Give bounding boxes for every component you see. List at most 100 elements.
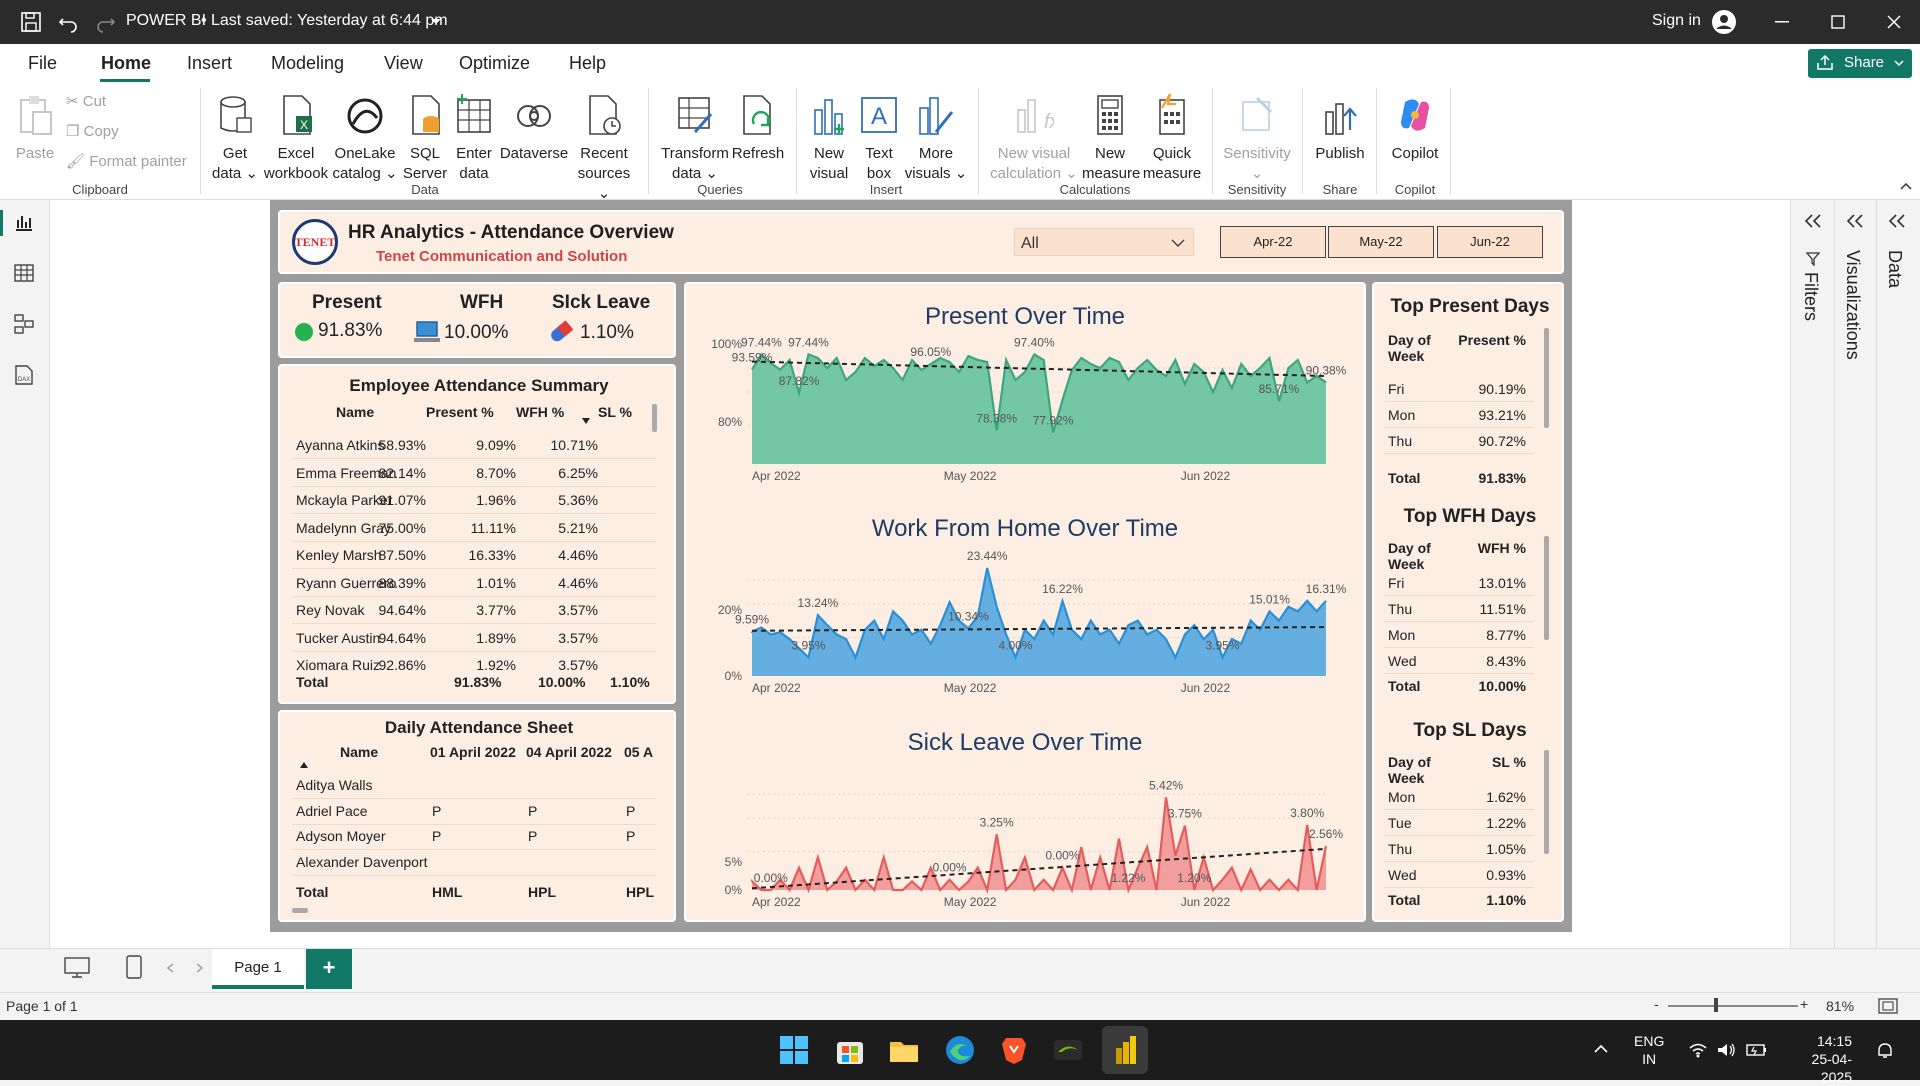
month-slicer-jun[interactable]: Jun-22 (1437, 226, 1543, 258)
zoom-slider[interactable] (1668, 1005, 1798, 1007)
table-row[interactable]: Tue 1.22% (1384, 810, 1534, 836)
report-view-icon[interactable] (14, 214, 34, 232)
edge-icon[interactable] (944, 1034, 976, 1066)
table-row[interactable]: Wed 8.43% (1384, 648, 1534, 674)
mobile-layout-icon[interactable] (126, 955, 142, 979)
tray-chevron-up-icon[interactable] (1594, 1044, 1608, 1054)
table-row[interactable]: Aditya Walls (292, 772, 656, 799)
windows-start-icon[interactable] (778, 1034, 810, 1066)
table-row[interactable]: Xiomara Ruiz 92.86% 1.92% 3.57% (292, 652, 656, 674)
nvidia-icon[interactable] (1052, 1034, 1084, 1066)
table-row[interactable]: Ryann Guerrero 88.39% 1.01% 4.46% (292, 570, 656, 597)
table-row[interactable]: Adriel Pace P P P (292, 798, 656, 825)
refresh-button[interactable]: Refresh (730, 94, 786, 164)
store-icon[interactable] (834, 1034, 866, 1066)
table-view-icon[interactable] (14, 264, 34, 282)
table-row[interactable]: Emma Freeman 82.14% 8.70% 6.25% (292, 460, 656, 487)
enter-data-button[interactable]: Enter data (452, 94, 496, 184)
sort-desc-icon[interactable] (582, 418, 590, 424)
text-box-button[interactable]: A Text box (856, 94, 902, 184)
new-visual-button[interactable]: New visual (806, 94, 852, 184)
new-visual-calculation-button[interactable]: fx New visualcalculation ⌄ (990, 94, 1078, 184)
collapse-ribbon-icon[interactable] (1900, 182, 1912, 190)
scrollbar[interactable] (1544, 536, 1549, 640)
chevron-down-icon[interactable] (430, 18, 442, 26)
menu-modeling[interactable]: Modeling (271, 53, 344, 74)
expand-data-icon[interactable] (1888, 214, 1906, 228)
redo-icon[interactable] (95, 11, 117, 33)
table-row[interactable]: Tucker Austin 94.64% 1.89% 3.57% (292, 625, 656, 652)
scrollbar[interactable] (652, 404, 657, 432)
sort-asc-icon[interactable] (300, 762, 308, 768)
new-measure-button[interactable]: New measure (1082, 94, 1140, 184)
table-row[interactable]: Kenley Marsh 87.50% 16.33% 4.46% (292, 542, 656, 569)
table-row[interactable]: Thu 90.72% (1384, 428, 1534, 454)
scrollbar[interactable] (1544, 750, 1549, 854)
menu-optimize[interactable]: Optimize (459, 53, 530, 74)
table-row[interactable]: Rey Novak 94.64% 3.77% 3.57% (292, 597, 656, 624)
department-slicer[interactable]: All (1014, 228, 1194, 256)
copy-button[interactable]: ❐ Copy (66, 122, 119, 142)
get-data-button[interactable]: Get data ⌄ (210, 94, 260, 184)
close-icon[interactable] (1887, 15, 1901, 29)
language-indicator[interactable]: ENG IN (1634, 1032, 1664, 1068)
add-page-button[interactable]: + (306, 949, 352, 989)
sql-server-button[interactable]: SQL Server (402, 94, 448, 184)
data-pane-label[interactable]: Data (1884, 250, 1905, 288)
brave-icon[interactable] (998, 1034, 1030, 1066)
model-view-icon[interactable] (14, 314, 34, 334)
menu-help[interactable]: Help (569, 53, 606, 74)
maximize-icon[interactable] (1831, 15, 1845, 29)
horizontal-scrollbar[interactable] (292, 908, 308, 913)
table-row[interactable]: Alexander Davenport (292, 849, 656, 876)
undo-icon[interactable] (57, 11, 79, 33)
recent-sources-button[interactable]: Recent sources ⌄ (570, 94, 638, 204)
table-row[interactable]: Madelynn Gray 75.00% 11.11% 5.21% (292, 515, 656, 542)
clock[interactable]: 14:15 25-04-2025 (1782, 1032, 1852, 1086)
onelake-catalog-button[interactable]: OneLake catalog ⌄ (332, 94, 398, 184)
prev-page-icon[interactable] (166, 963, 174, 973)
paste-button[interactable]: Paste (14, 94, 56, 164)
fit-to-page-icon[interactable] (1878, 998, 1898, 1014)
more-visuals-button[interactable]: More visuals ⌄ (904, 94, 968, 184)
cut-button[interactable]: ✂ Cut (66, 92, 106, 112)
table-row[interactable]: Wed 0.93% (1384, 862, 1534, 888)
transform-data-button[interactable]: Transform data ⌄ (658, 94, 732, 184)
menu-insert[interactable]: Insert (187, 53, 232, 74)
month-slicer-may[interactable]: May-22 (1328, 226, 1434, 258)
scrollbar[interactable] (1544, 328, 1549, 428)
file-explorer-icon[interactable] (888, 1034, 920, 1066)
sign-in-link[interactable]: Sign in (1652, 12, 1701, 30)
table-row[interactable]: Mckayla Parker 91.07% 1.96% 5.36% (292, 487, 656, 514)
menu-file[interactable]: File (28, 53, 57, 74)
account-icon[interactable] (1711, 9, 1737, 35)
minimize-icon[interactable] (1775, 21, 1789, 23)
power-bi-icon[interactable] (1110, 1034, 1142, 1066)
table-row[interactable]: Adyson Moyer P P P (292, 823, 656, 850)
wifi-icon[interactable] (1688, 1042, 1708, 1058)
expand-filters-icon[interactable] (1804, 214, 1822, 228)
table-row[interactable]: Thu 1.05% (1384, 836, 1534, 862)
publish-button[interactable]: Publish (1310, 94, 1370, 164)
zoom-out-icon[interactable]: - (1654, 996, 1659, 1012)
menu-home[interactable]: Home (101, 53, 151, 74)
tab-page-1[interactable]: Page 1 (212, 949, 304, 989)
series-line[interactable] (750, 797, 1328, 894)
volume-icon[interactable] (1716, 1042, 1736, 1058)
quick-measure-button[interactable]: Quick measure (1142, 93, 1202, 184)
table-row[interactable]: Mon 8.77% (1384, 622, 1534, 648)
table-row[interactable]: Fri 13.01% (1384, 570, 1534, 596)
save-icon[interactable] (20, 11, 42, 33)
table-row[interactable]: Thu 11.51% (1384, 596, 1534, 622)
notification-bell-icon[interactable] (1876, 1042, 1894, 1060)
zoom-slider-thumb[interactable] (1714, 998, 1718, 1012)
table-row[interactable]: Ayanna Atkins 58.93% 9.09% 10.71% (292, 432, 656, 459)
copilot-button[interactable]: Copilot (1382, 94, 1448, 164)
table-row[interactable]: Mon 1.62% (1384, 784, 1534, 810)
expand-visualizations-icon[interactable] (1846, 214, 1864, 228)
table-row[interactable]: Mon 93.21% (1384, 402, 1534, 428)
month-slicer-apr[interactable]: Apr-22 (1220, 226, 1326, 258)
next-page-icon[interactable] (196, 963, 204, 973)
menu-view[interactable]: View (384, 53, 423, 74)
desktop-layout-icon[interactable] (64, 957, 90, 979)
